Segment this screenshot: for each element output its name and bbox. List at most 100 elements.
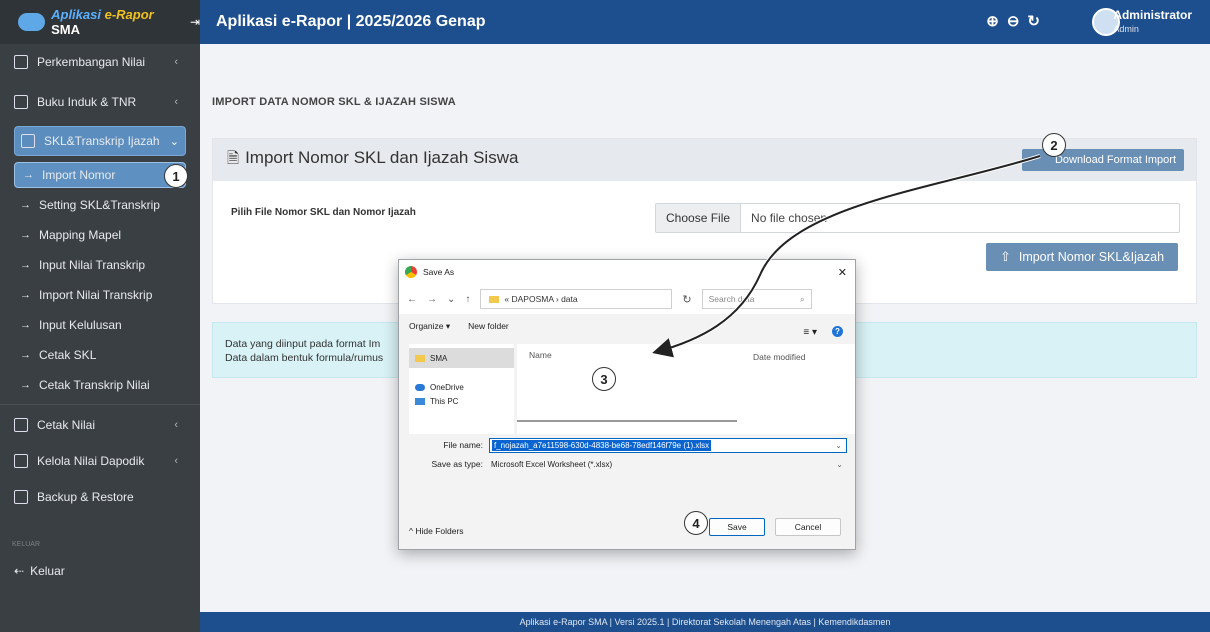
user-info[interactable]: Administrator Admin bbox=[1113, 8, 1192, 34]
chevron-down-icon[interactable]: ⌄ bbox=[836, 460, 843, 469]
arrow-right-icon: → bbox=[20, 229, 31, 241]
submenu-label: Import Nomor bbox=[42, 168, 116, 182]
import-button[interactable]: ⇧ Import Nomor SKL&Ijazah bbox=[986, 243, 1178, 271]
organize-button[interactable]: Organize ▾ bbox=[409, 321, 450, 332]
chevron-down-icon[interactable]: ⌄ bbox=[835, 441, 842, 450]
save-type-value: Microsoft Excel Worksheet (*.xlsx) bbox=[491, 459, 613, 469]
chevron-down-icon[interactable]: ⌄ bbox=[447, 294, 455, 305]
arrow-right-icon: → bbox=[20, 379, 31, 391]
folder-icon bbox=[415, 354, 425, 362]
submenu-cetak-skl[interactable]: → Cetak SKL bbox=[0, 340, 200, 370]
brand[interactable]: Aplikasi e-Rapor SMA ⇥ bbox=[0, 0, 200, 44]
no-file-text: No file chosen bbox=[751, 211, 828, 225]
chevron-left-icon: ‹ bbox=[174, 56, 178, 68]
menu-item-label: Kelola Nilai Dapodik bbox=[37, 454, 145, 468]
arrow-right-icon: → bbox=[20, 289, 31, 301]
scrollbar[interactable] bbox=[517, 420, 737, 422]
file-name-input[interactable]: f_nojazah_a7e11598-630d-4838-be68-78edf1… bbox=[489, 437, 847, 453]
menu-item-label: Keluar bbox=[30, 564, 65, 578]
menu-item-backup-restore[interactable]: Backup & Restore bbox=[0, 481, 200, 513]
brand-name: Aplikasi e-Rapor SMA bbox=[51, 7, 154, 37]
submenu-label: Mapping Mapel bbox=[39, 228, 122, 242]
printer-icon bbox=[14, 418, 28, 432]
submenu-input-kelulusan[interactable]: → Input Kelulusan bbox=[0, 310, 200, 340]
user-name: Administrator bbox=[1113, 8, 1192, 22]
nav-item-onedrive[interactable]: OneDrive bbox=[409, 380, 514, 394]
topbar: Aplikasi e-Rapor | 2025/2026 Genap ⊕ ⊖ ↻… bbox=[200, 0, 1210, 44]
chevron-left-icon: ‹ bbox=[174, 96, 178, 108]
back-icon[interactable]: ← bbox=[407, 294, 417, 305]
menu-item-buku-induk[interactable]: Buku Induk & TNR ‹ bbox=[0, 86, 200, 118]
chevron-left-icon: ‹ bbox=[174, 419, 178, 431]
step-marker-3: 3 bbox=[592, 367, 616, 391]
zoom-out-icon[interactable]: ⊖ bbox=[1007, 12, 1020, 30]
submenu-setting-skl[interactable]: → Setting SKL&Transkrip bbox=[0, 190, 200, 220]
document-icon bbox=[21, 134, 35, 148]
cloud-icon bbox=[415, 383, 425, 391]
view-options-icon[interactable]: ≡ ▾ bbox=[803, 327, 817, 338]
nav-item-sma[interactable]: SMA bbox=[409, 348, 514, 368]
search-input[interactable]: Search data ⌕ bbox=[701, 289, 812, 309]
choose-file-button[interactable]: Choose File bbox=[656, 204, 742, 232]
menu-item-skl-transkrip[interactable]: SKL&Transkrip Ijazah ⌄ bbox=[14, 126, 186, 156]
save-button[interactable]: Save bbox=[709, 518, 765, 536]
submenu-cetak-transkrip[interactable]: → Cetak Transkrip Nilai bbox=[0, 370, 200, 400]
dialog-toolbar: Organize ▾ New folder ≡ ▾ ? bbox=[399, 314, 855, 338]
section-label-keluar: KELUAR bbox=[12, 541, 41, 548]
save-as-dialog: Save As ✕ ← → ⌄ ↑ « DAPOSMA › data ↻ Sea… bbox=[398, 259, 856, 550]
sidebar-toggle-icon[interactable]: ⇥ bbox=[190, 15, 200, 29]
submenu-import-nomor[interactable]: → Import Nomor bbox=[14, 162, 186, 188]
breadcrumb: IMPORT DATA NOMOR SKL & IJAZAH SISWA bbox=[212, 96, 456, 108]
search-icon: ⌕ bbox=[799, 293, 805, 304]
menu-item-label: Buku Induk & TNR bbox=[37, 95, 137, 109]
column-name[interactable]: Name bbox=[529, 350, 552, 360]
column-headers: Name Date modified bbox=[517, 344, 855, 366]
chrome-icon bbox=[405, 266, 417, 278]
address-bar[interactable]: « DAPOSMA › data bbox=[480, 289, 673, 309]
help-icon[interactable]: ? bbox=[832, 326, 843, 337]
submenu-import-nilai-transkrip[interactable]: → Import Nilai Transkrip bbox=[0, 280, 200, 310]
folder-icon bbox=[489, 295, 500, 303]
sidebar-menu: Perkembangan Nilai ‹ Buku Induk & TNR ‹ … bbox=[0, 46, 200, 587]
new-folder-button[interactable]: New folder bbox=[468, 321, 509, 331]
submenu-label: Input Kelulusan bbox=[39, 318, 122, 332]
submenu-label: Cetak Transkrip Nilai bbox=[39, 378, 150, 392]
refresh-icon[interactable]: ↻ bbox=[682, 293, 691, 306]
hide-folders-button[interactable]: ^ Hide Folders bbox=[409, 526, 464, 536]
arrow-right-icon: → bbox=[23, 169, 34, 181]
file-input[interactable]: Choose File No file chosen bbox=[655, 203, 1180, 233]
search-placeholder: Search data bbox=[708, 294, 755, 304]
up-icon[interactable]: ↑ bbox=[465, 294, 470, 305]
save-type-select[interactable]: Microsoft Excel Worksheet (*.xlsx) ⌄ bbox=[489, 457, 847, 471]
database-stack-icon bbox=[14, 490, 28, 504]
user-role: Admin bbox=[1113, 24, 1139, 34]
import-button-label: Import Nomor SKL&Ijazah bbox=[1018, 250, 1165, 264]
zoom-in-icon[interactable]: ⊕ bbox=[986, 12, 999, 30]
book-icon bbox=[14, 95, 28, 109]
chevron-down-icon: ⌄ bbox=[169, 135, 179, 148]
column-date-modified[interactable]: Date modified bbox=[753, 352, 805, 362]
divider bbox=[0, 404, 200, 405]
submenu-mapping-mapel[interactable]: → Mapping Mapel bbox=[0, 220, 200, 250]
brand-logo-icon bbox=[18, 13, 46, 31]
reset-zoom-icon[interactable]: ↻ bbox=[1027, 12, 1040, 30]
step-marker-1: 1 bbox=[164, 164, 188, 188]
zoom-controls: ⊕ ⊖ ↻ bbox=[986, 12, 1040, 30]
arrow-right-icon: → bbox=[20, 259, 31, 271]
menu-item-keluar[interactable]: ⇠ Keluar bbox=[0, 555, 200, 587]
menu-item-cetak-nilai[interactable]: Cetak Nilai ‹ bbox=[0, 409, 200, 441]
save-type-label: Save as type: bbox=[431, 459, 483, 469]
forward-icon[interactable]: → bbox=[427, 294, 437, 305]
menu-item-perkembangan-nilai[interactable]: Perkembangan Nilai ‹ bbox=[0, 46, 200, 78]
cancel-button[interactable]: Cancel bbox=[775, 518, 841, 536]
submenu-input-nilai-transkrip[interactable]: → Input Nilai Transkrip bbox=[0, 250, 200, 280]
nav-item-this-pc[interactable]: This PC bbox=[409, 394, 514, 408]
chart-icon bbox=[14, 55, 28, 69]
menu-item-label: SKL&Transkrip Ijazah bbox=[44, 134, 160, 148]
arrow-right-icon: → bbox=[20, 319, 31, 331]
close-icon[interactable]: ✕ bbox=[838, 266, 847, 279]
menu-item-label: Backup & Restore bbox=[37, 490, 134, 504]
logout-icon: ⇠ bbox=[14, 564, 25, 578]
menu-item-kelola-nilai-dapodik[interactable]: Kelola Nilai Dapodik ‹ bbox=[0, 445, 200, 477]
submenu-label: Input Nilai Transkrip bbox=[39, 258, 146, 272]
